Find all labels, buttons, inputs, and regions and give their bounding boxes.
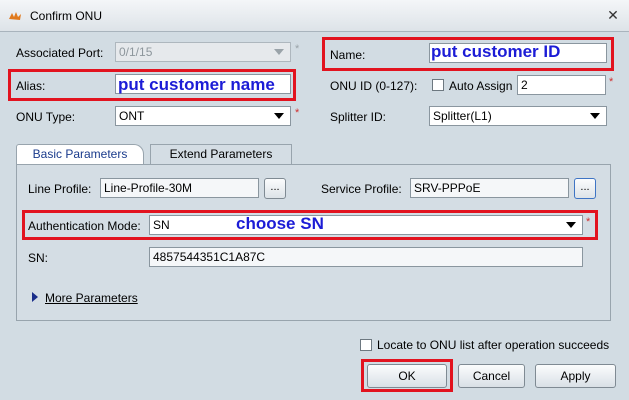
apply-button[interactable]: Apply	[535, 364, 616, 388]
chevron-down-icon	[566, 222, 576, 228]
close-icon[interactable]: ✕	[605, 7, 621, 23]
auth-mode-annotation: choose SN	[236, 214, 324, 233]
tab-extend-parameters[interactable]: Extend Parameters	[150, 144, 292, 165]
line-profile-input[interactable]: Line-Profile-30M	[100, 178, 259, 198]
service-profile-browse-button[interactable]: ...	[574, 178, 596, 199]
line-profile-label: Line Profile:	[28, 182, 92, 196]
auth-mode-value: SN	[153, 218, 170, 232]
auth-mode-label: Authentication Mode:	[28, 219, 141, 233]
ok-button[interactable]: OK	[367, 364, 447, 388]
locate-checkbox[interactable]	[360, 339, 372, 351]
line-profile-browse-button[interactable]: ...	[264, 178, 286, 199]
name-annotation: put customer ID	[431, 42, 561, 61]
cancel-button[interactable]: Cancel	[458, 364, 525, 388]
required-mark: *	[609, 76, 614, 88]
sn-label: SN:	[28, 251, 49, 265]
sn-input[interactable]: 4857544351C1A87C	[149, 247, 583, 267]
onu-type-select[interactable]: ONT	[115, 106, 291, 126]
onu-id-input[interactable]: 2	[517, 75, 606, 95]
more-parameters-link[interactable]: More Parameters	[45, 291, 138, 305]
app-logo-icon	[8, 10, 22, 20]
associated-port-select: 0/1/15	[115, 42, 291, 62]
window-title: Confirm ONU	[30, 9, 103, 23]
auto-assign-checkbox[interactable]	[432, 79, 444, 91]
associated-port-label: Associated Port:	[16, 46, 104, 60]
auto-assign-label: Auto Assign	[449, 79, 513, 93]
onu-type-value: ONT	[119, 109, 145, 123]
splitter-id-select[interactable]: Splitter(L1)	[429, 106, 607, 126]
required-mark: *	[295, 43, 300, 55]
locate-label: Locate to ONU list after operation succe…	[377, 338, 610, 352]
alias-label: Alias:	[16, 79, 46, 93]
associated-port-value: 0/1/15	[119, 45, 153, 59]
auth-mode-select[interactable]: SN	[149, 215, 583, 235]
name-label: Name:	[330, 48, 366, 62]
required-mark: *	[586, 216, 591, 228]
service-profile-label: Service Profile:	[321, 182, 402, 196]
chevron-down-icon	[274, 49, 284, 55]
splitter-id-label: Splitter ID:	[330, 110, 387, 124]
chevron-down-icon	[274, 113, 284, 119]
onu-type-label: ONU Type:	[16, 110, 76, 124]
alias-annotation: put customer name	[118, 75, 275, 94]
onu-id-label: ONU ID (0-127):	[330, 79, 418, 93]
chevron-down-icon	[590, 113, 600, 119]
splitter-id-value: Splitter(L1)	[433, 109, 492, 123]
service-profile-input[interactable]: SRV-PPPoE	[410, 178, 569, 198]
required-mark: *	[295, 107, 300, 119]
tab-basic-parameters[interactable]: Basic Parameters	[16, 144, 144, 165]
expand-arrow-icon[interactable]	[32, 292, 38, 302]
